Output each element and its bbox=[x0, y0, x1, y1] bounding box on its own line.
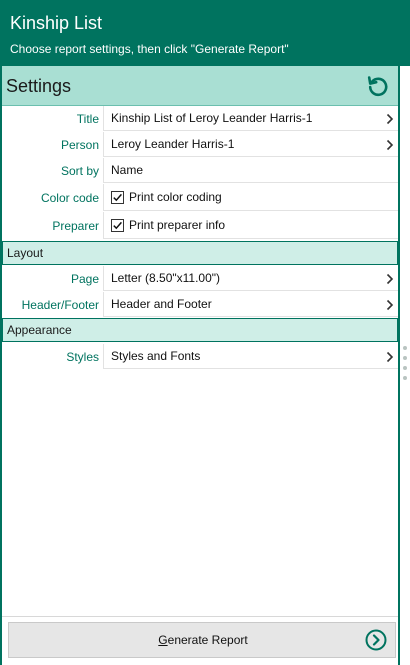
page-row: Page Letter (8.50"x11.00") bbox=[2, 266, 398, 292]
sort-by-label: Sort by bbox=[60, 164, 99, 178]
preparer-checkbox[interactable] bbox=[111, 219, 124, 232]
header-footer-label: Header/Footer bbox=[21, 298, 99, 312]
generate-report-label: Generate Report bbox=[9, 623, 397, 657]
settings-header: Settings bbox=[2, 66, 398, 106]
app-header: Kinship List Choose report settings, the… bbox=[0, 0, 410, 66]
person-label: Person bbox=[60, 138, 99, 152]
styles-label: Styles bbox=[66, 350, 99, 364]
page-field[interactable]: Letter (8.50"x11.00") bbox=[103, 266, 398, 291]
person-field[interactable]: Leroy Leander Harris-1 bbox=[103, 132, 398, 157]
app-subtitle: Choose report settings, then click "Gene… bbox=[10, 42, 289, 56]
styles-field[interactable]: Styles and Fonts bbox=[103, 344, 398, 369]
generate-mnemonic: G bbox=[158, 633, 168, 647]
header-footer-field[interactable]: Header and Footer bbox=[103, 292, 398, 317]
sort-by-row: Sort by Name bbox=[2, 158, 398, 184]
sort-by-value: Name bbox=[111, 163, 144, 177]
color-code-checkbox[interactable] bbox=[111, 191, 124, 204]
title-field[interactable]: Kinship List of Leroy Leander Harris-1 bbox=[103, 106, 398, 131]
title-label: Title bbox=[76, 112, 99, 126]
grip-dot bbox=[403, 366, 407, 370]
chevron-right-icon bbox=[386, 113, 394, 125]
chevron-right-icon bbox=[386, 351, 394, 363]
footer-divider bbox=[2, 616, 398, 617]
styles-value: Styles and Fonts bbox=[111, 349, 201, 363]
layout-section-header: Layout bbox=[2, 241, 398, 265]
grip-dot bbox=[403, 356, 407, 360]
settings-title: Settings bbox=[6, 76, 72, 96]
person-row: Person Leroy Leander Harris-1 bbox=[2, 132, 398, 158]
page-value: Letter (8.50"x11.00") bbox=[111, 271, 221, 285]
grip-dot bbox=[403, 376, 407, 380]
preparer-field: Print preparer info bbox=[103, 212, 398, 239]
preparer-text: Print preparer info bbox=[129, 218, 226, 232]
color-code-row: Color code Print color coding bbox=[2, 184, 398, 212]
grip-dot bbox=[403, 346, 407, 350]
color-code-field: Print color coding bbox=[103, 184, 398, 211]
color-code-label: Color code bbox=[40, 191, 99, 205]
title-value: Kinship List of Leroy Leander Harris-1 bbox=[111, 111, 313, 125]
header-footer-value: Header and Footer bbox=[111, 297, 212, 311]
page-label: Page bbox=[70, 272, 99, 286]
generate-report-button[interactable]: Generate Report bbox=[8, 622, 396, 658]
color-code-text: Print color coding bbox=[129, 190, 222, 204]
settings-panel: Settings Title Kinship List of Leroy Lea… bbox=[0, 66, 400, 665]
arrow-circle-right-icon bbox=[365, 629, 387, 651]
generate-label-rest: enerate Report bbox=[167, 633, 248, 647]
kinship-list-window: Kinship List Choose report settings, the… bbox=[0, 0, 410, 665]
person-value: Leroy Leander Harris-1 bbox=[111, 137, 235, 151]
sort-by-select[interactable]: Name bbox=[103, 158, 398, 183]
chevron-right-icon bbox=[386, 139, 394, 151]
chevron-right-icon bbox=[386, 273, 394, 285]
reset-icon[interactable] bbox=[366, 74, 390, 98]
checkmark-icon bbox=[113, 193, 122, 202]
chevron-right-icon bbox=[386, 299, 394, 311]
resize-grip[interactable] bbox=[402, 346, 408, 382]
preparer-row: Preparer Print preparer info bbox=[2, 212, 398, 240]
appearance-section-header: Appearance bbox=[2, 318, 398, 342]
preparer-label: Preparer bbox=[52, 219, 99, 233]
checkmark-icon bbox=[113, 221, 122, 230]
header-footer-row: Header/Footer Header and Footer bbox=[2, 292, 398, 318]
title-row: Title Kinship List of Leroy Leander Harr… bbox=[2, 106, 398, 132]
app-title: Kinship List bbox=[10, 13, 103, 33]
styles-row: Styles Styles and Fonts bbox=[2, 344, 398, 370]
right-edge bbox=[400, 66, 410, 665]
